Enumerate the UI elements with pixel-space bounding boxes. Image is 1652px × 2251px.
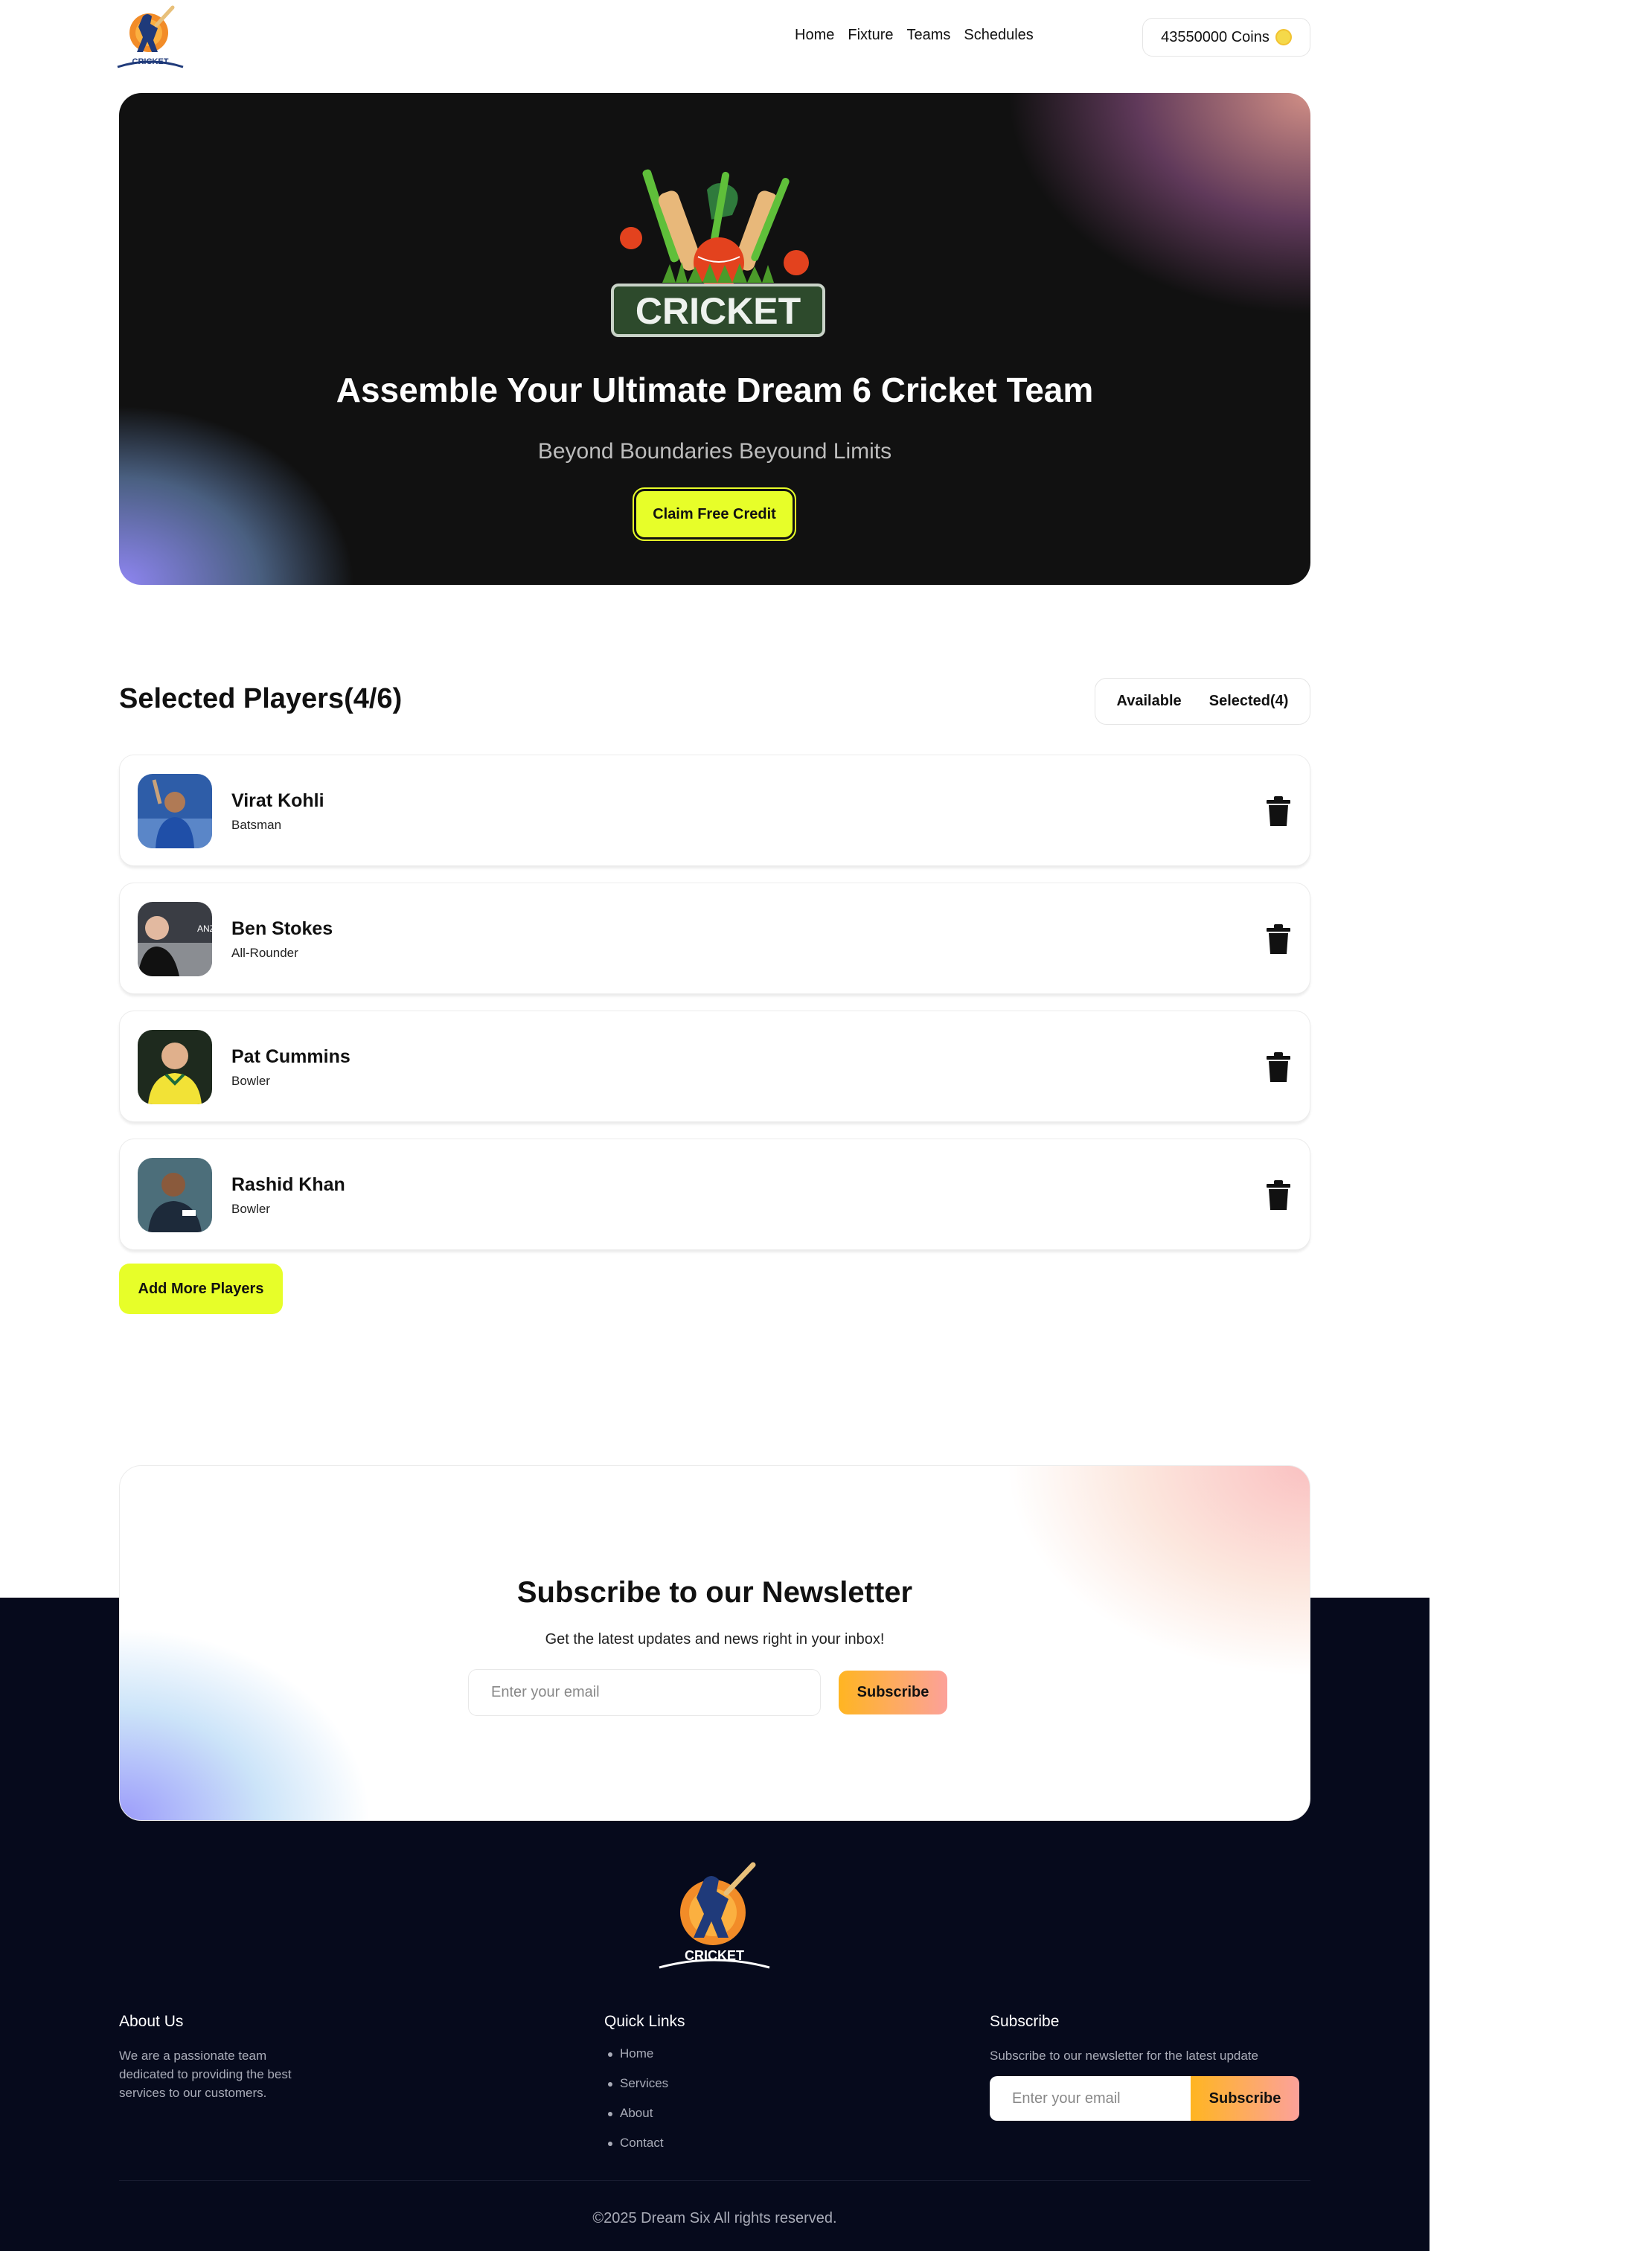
player-card: Pat Cummins Bowler (119, 1011, 1310, 1122)
footer-link-about[interactable]: About (606, 2106, 668, 2136)
player-name: Ben Stokes (231, 918, 333, 939)
footer-subscribe-button[interactable]: Subscribe (1191, 2076, 1299, 2121)
quick-links-title: Quick Links (604, 2013, 685, 2030)
player-card: Virat Kohli Batsman (119, 755, 1310, 866)
player-card: Rashid Khan Bowler (119, 1139, 1310, 1250)
hero-title: Assemble Your Ultimate Dream 6 Cricket T… (336, 371, 1094, 409)
coin-icon (1275, 29, 1292, 45)
nav-schedules[interactable]: Schedules (964, 27, 1033, 44)
player-avatar (138, 774, 212, 848)
hero-logo-text: CRICKET (635, 290, 801, 332)
logo-text: CRICKET (132, 57, 169, 66)
claim-free-credit-button[interactable]: Claim Free Credit (633, 487, 796, 541)
coins-badge[interactable]: 43550000 Coins (1142, 18, 1310, 57)
footer-link-contact[interactable]: Contact (606, 2136, 668, 2165)
hero-subtitle: Beyond Boundaries Beyound Limits (537, 439, 892, 464)
about-text: We are a passionate team dedicated to pr… (119, 2049, 292, 2100)
delete-icon[interactable] (1265, 924, 1292, 954)
footer-cricket-logo[interactable]: CRICKET (655, 1859, 774, 1970)
about-title: About Us (119, 2013, 184, 2030)
footer-subscribe-title: Subscribe (990, 2013, 1060, 2030)
footer-subscribe-text: Subscribe to our newsletter for the late… (990, 2049, 1258, 2063)
selected-tab[interactable]: Selected(4) (1209, 693, 1289, 710)
svg-text:ANZ: ANZ (197, 923, 212, 934)
nav-home[interactable]: Home (795, 27, 834, 44)
player-name: Virat Kohli (231, 790, 324, 811)
cricket-logo[interactable]: CRICKET (113, 3, 188, 70)
available-tab[interactable]: Available (1117, 693, 1182, 710)
player-avatar (138, 1030, 212, 1104)
player-avatar (138, 1158, 212, 1232)
footer-link-services[interactable]: Services (606, 2076, 668, 2106)
newsletter-email-input[interactable] (468, 1669, 821, 1716)
player-name: Rashid Khan (231, 1174, 345, 1195)
view-toggle: Available Selected(4) (1095, 678, 1310, 725)
section-title: Selected Players(4/6) (119, 683, 403, 714)
player-avatar: ANZ (138, 902, 212, 976)
delete-icon[interactable] (1265, 796, 1292, 826)
player-role: All-Rounder (231, 946, 298, 960)
footer-divider (119, 2180, 1310, 2181)
delete-icon[interactable] (1265, 1052, 1292, 1082)
footer-logo-text: CRICKET (685, 1948, 744, 1963)
player-name: Pat Cummins (231, 1046, 350, 1067)
player-role: Batsman (231, 818, 282, 832)
cricket-hero-logo: CRICKET (611, 169, 825, 337)
player-role: Bowler (231, 1202, 270, 1216)
newsletter-title: Subscribe to our Newsletter (516, 1576, 913, 1609)
player-role: Bowler (231, 1074, 270, 1088)
footer-email-input[interactable] (990, 2076, 1191, 2121)
quick-links-list: Home Services About Contact (606, 2046, 668, 2165)
newsletter-card: Subscribe to our Newsletter Get the late… (119, 1465, 1310, 1821)
copyright-text: ©2025 Dream Six All rights reserved. (592, 2210, 837, 2226)
coins-label: 43550000 Coins (1161, 28, 1270, 45)
newsletter-subtitle: Get the latest updates and news right in… (545, 1631, 885, 1648)
hero-banner: CRICKET Assemble Your Ultimate Dream 6 C… (119, 93, 1310, 585)
footer-link-home[interactable]: Home (606, 2046, 668, 2076)
newsletter-subscribe-button[interactable]: Subscribe (839, 1671, 947, 1714)
nav-teams[interactable]: Teams (906, 27, 950, 44)
site-header: CRICKET Home Fixture Teams Schedules 435… (0, 0, 1429, 86)
player-card: ANZ Ben Stokes All-Rounder (119, 883, 1310, 994)
add-more-players-button[interactable]: Add More Players (119, 1264, 283, 1314)
nav-fixture[interactable]: Fixture (848, 27, 893, 44)
main-nav: Home Fixture Teams Schedules (795, 27, 1047, 44)
delete-icon[interactable] (1265, 1180, 1292, 1210)
